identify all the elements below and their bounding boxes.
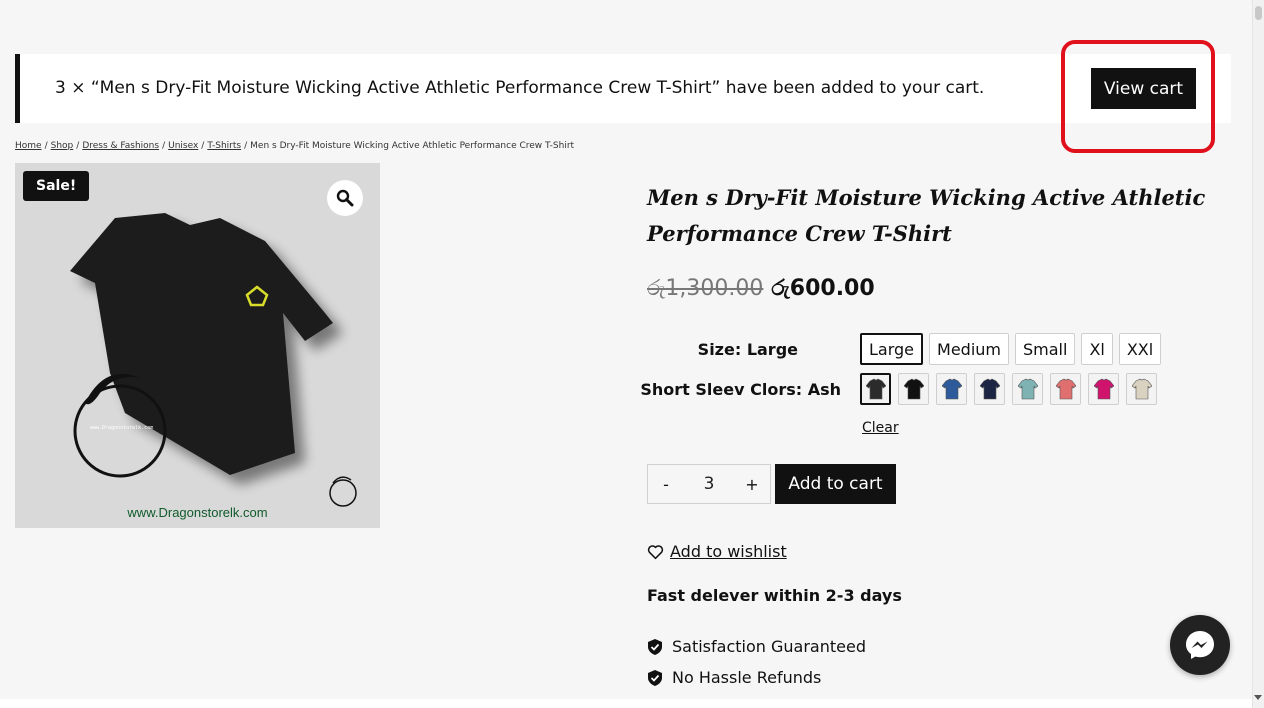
product-title: Men s Dry-Fit Moisture Wicking Active At…: [647, 185, 1206, 246]
quantity-decrease-button[interactable]: -: [648, 465, 684, 503]
zoom-button[interactable]: [327, 180, 363, 216]
color-swatch[interactable]: [898, 373, 929, 405]
color-swatch[interactable]: [1012, 373, 1043, 405]
color-swatch[interactable]: [1126, 373, 1157, 405]
vertical-scrollbar[interactable]: [1252, 0, 1264, 708]
tshirt-icon: [1017, 378, 1038, 400]
scroll-down-arrow-icon[interactable]: [1254, 695, 1262, 700]
size-options: Large Medium Small Xl XXl: [860, 333, 1162, 365]
cart-notice: 3 × “Men s Dry-Fit Moisture Wicking Acti…: [15, 54, 1231, 123]
color-swatch[interactable]: [936, 373, 967, 405]
breadcrumb-t-shirts[interactable]: T-Shirts: [207, 141, 241, 151]
quantity-input[interactable]: [684, 474, 734, 494]
breadcrumb-shop[interactable]: Shop: [51, 141, 74, 151]
tshirt-icon: [865, 378, 886, 400]
color-swatch[interactable]: [1088, 373, 1119, 405]
breadcrumb-home[interactable]: Home: [15, 141, 42, 151]
wishlist-label: Add to wishlist: [670, 542, 787, 561]
tshirt-illustration: www.Dragonstorelk.com: [70, 213, 357, 507]
breadcrumb-dress-fashions[interactable]: Dress & Fashions: [82, 141, 159, 151]
color-swatch[interactable]: [974, 373, 1005, 405]
tshirt-icon: [1131, 378, 1152, 400]
highlight-annotation: [1061, 40, 1215, 153]
color-swatch[interactable]: [1050, 373, 1081, 405]
tshirt-icon: [979, 378, 1000, 400]
size-option-large[interactable]: Large: [860, 333, 924, 365]
tshirt-icon: [903, 378, 924, 400]
heart-icon: [647, 544, 664, 559]
shield-check-icon: [648, 669, 662, 686]
feature-list: Satisfaction Guaranteed No Hassle Refund…: [648, 631, 866, 693]
color-label: Short Sleev Clors: Ash: [640, 380, 841, 399]
size-option-xl[interactable]: Xl: [1081, 333, 1113, 365]
breadcrumb: Home / Shop / Dress & Fashions / Unisex / T-Shir…: [15, 141, 575, 151]
tshirt-icon: [1093, 378, 1114, 400]
color-swatches: [860, 373, 1157, 405]
image-watermark-url: www.Dragonstorelk.com: [127, 505, 268, 520]
add-to-cart-button[interactable]: Add to cart: [775, 464, 896, 504]
cart-notice-message: 3 × “Men s Dry-Fit Moisture Wicking Acti…: [55, 78, 985, 98]
tshirt-icon: [941, 378, 962, 400]
breadcrumb-unisex[interactable]: Unisex: [168, 141, 198, 151]
breadcrumb-current: Men s Dry-Fit Moisture Wicking Active At…: [250, 141, 575, 151]
product-image[interactable]: www.Dragonstorelk.com Sale! www.Dragonst…: [15, 163, 380, 528]
quantity-stepper: - +: [647, 464, 771, 504]
size-option-xxl[interactable]: XXl: [1118, 333, 1162, 365]
tshirt-icon: [1055, 378, 1076, 400]
scrollbar-thumb[interactable]: [1255, 6, 1262, 20]
size-label: Size: Large: [697, 340, 798, 359]
price: රු1,300.00 රු600.00: [647, 276, 875, 301]
messenger-icon: [1186, 631, 1214, 659]
feature-item: No Hassle Refunds: [648, 662, 866, 693]
feature-label: Satisfaction Guaranteed: [672, 637, 866, 656]
sale-badge: Sale!: [23, 171, 90, 201]
magnifier-icon: [336, 189, 354, 207]
clear-selection-link[interactable]: Clear: [862, 420, 899, 436]
delivery-info: Fast delever within 2-3 days: [647, 586, 902, 605]
size-option-medium[interactable]: Medium: [929, 333, 1009, 365]
old-price: රු1,300.00: [647, 276, 764, 301]
messenger-chat-button[interactable]: [1170, 615, 1230, 675]
feature-item: Satisfaction Guaranteed: [648, 631, 866, 662]
quantity-increase-button[interactable]: +: [734, 465, 770, 503]
svg-text:www.Dragonstorelk.com: www.Dragonstorelk.com: [90, 425, 153, 431]
sale-price: රු600.00: [771, 276, 875, 301]
color-swatch[interactable]: [860, 373, 891, 405]
viewport-bottom-edge: [0, 699, 1252, 708]
shield-check-icon: [648, 638, 662, 655]
size-option-small[interactable]: Small: [1015, 333, 1076, 365]
add-to-wishlist-link[interactable]: Add to wishlist: [647, 542, 787, 561]
feature-label: No Hassle Refunds: [672, 668, 822, 687]
